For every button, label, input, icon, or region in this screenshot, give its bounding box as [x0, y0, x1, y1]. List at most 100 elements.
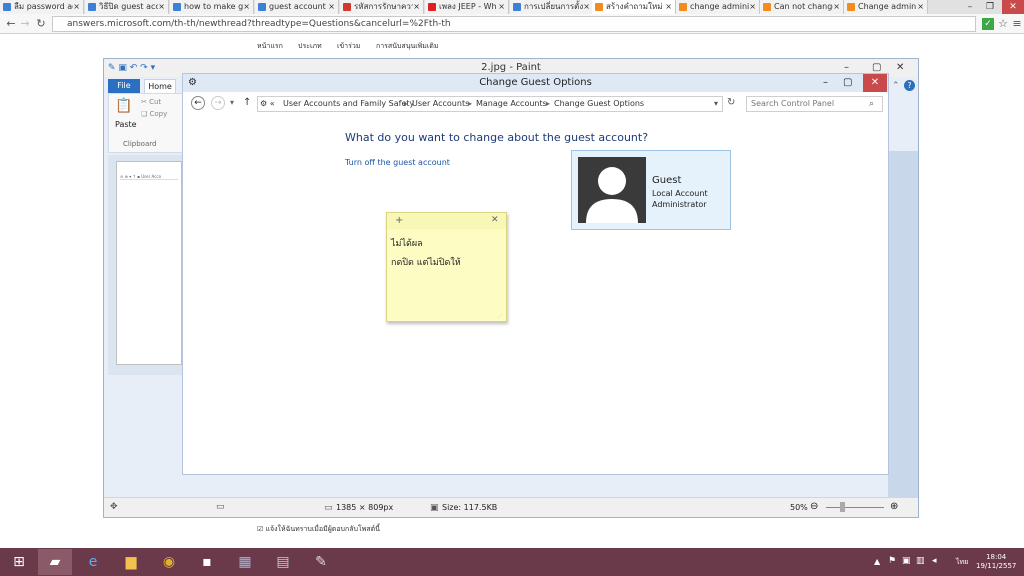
forward-icon[interactable]: →: [18, 17, 32, 31]
nav-participate[interactable]: เข้าร่วม: [337, 41, 360, 52]
cp-refresh-icon[interactable]: ↻: [727, 97, 735, 108]
browser-tab[interactable]: วิธีปิด guest acc ×: [85, 0, 169, 14]
image-dimensions: 1385 × 809px: [336, 503, 394, 512]
url-field[interactable]: answers.microsoft.com/th-th/newthread?th…: [52, 16, 976, 32]
bookmark-star-icon[interactable]: ☆: [996, 17, 1010, 31]
cp-forward-icon[interactable]: →: [211, 96, 225, 110]
zoom-slider[interactable]: [826, 507, 884, 508]
paint-close-icon[interactable]: ✕: [896, 59, 904, 77]
menu-icon[interactable]: ≡: [1010, 17, 1024, 31]
cp-history-dropdown-icon[interactable]: ▾: [230, 98, 234, 107]
breadcrumb-change-guest-options[interactable]: Change Guest Options: [554, 99, 644, 108]
close-note-icon[interactable]: ✕: [491, 215, 499, 225]
browser-tab[interactable]: การเปลี่ยนการตั้ง ×: [510, 0, 594, 14]
cp-up-icon[interactable]: ↑: [243, 97, 251, 108]
browser-tab[interactable]: how to make g ×: [170, 0, 254, 14]
sticky-note[interactable]: + ✕ ไม่ได้ผล กดปิด แต่ไม่ปิดให้ ⋰: [386, 212, 507, 322]
breadcrumb-user-accounts-family[interactable]: User Accounts and Family Safety: [283, 99, 414, 108]
guest-account-card[interactable]: Guest Local Account Administrator: [571, 150, 731, 230]
taskbar-explorer-icon[interactable]: ▆: [114, 549, 148, 575]
copy-button[interactable]: ❏ Copy: [141, 110, 167, 118]
tab-label: Change admini: [858, 2, 919, 11]
taskbar-ie-icon[interactable]: e: [76, 549, 110, 575]
tab-close-icon[interactable]: ×: [917, 0, 924, 14]
taskbar-chrome-icon[interactable]: ◉: [152, 549, 186, 575]
taskbar-clock[interactable]: 18:04 19/11/2557: [976, 553, 1016, 571]
paste-button[interactable]: Paste: [115, 120, 137, 129]
tab-close-icon[interactable]: ×: [749, 0, 756, 14]
cp-minimize-icon[interactable]: –: [823, 74, 828, 92]
taskbar-cmd-icon[interactable]: ▪: [190, 549, 224, 575]
checkbox-checked-icon[interactable]: ☑: [257, 525, 263, 533]
zoom-slider-thumb[interactable]: [840, 502, 845, 512]
browser-tab[interactable]: เพลง JEEP - Wh ×: [425, 0, 509, 14]
browser-tab[interactable]: Can not change ×: [760, 0, 844, 14]
browser-tab[interactable]: guest account ×: [255, 0, 339, 14]
cp-maximize-icon[interactable]: ▢: [843, 74, 852, 92]
browser-tab[interactable]: Change admini ×: [844, 0, 928, 14]
tray-volume-icon[interactable]: ◂: [932, 556, 937, 566]
cp-back-icon[interactable]: ←: [191, 96, 205, 110]
breadcrumb-manage-accounts[interactable]: Manage Accounts: [476, 99, 547, 108]
cut-button[interactable]: ✂ Cut: [141, 98, 161, 106]
help-icon[interactable]: ?: [904, 80, 915, 91]
browser-close-icon[interactable]: ✕: [1002, 0, 1024, 14]
extension-check-icon[interactable]: ✓: [982, 18, 994, 30]
cp-address-dropdown-icon[interactable]: ▾: [714, 99, 718, 108]
paint-quick-access-icon[interactable]: ✎ ▣ ↶ ↷ ▾: [108, 59, 155, 77]
zoom-out-icon[interactable]: ⊖: [810, 501, 818, 512]
browser-tab[interactable]: สร้างคำถามใหม่ ×: [592, 0, 676, 14]
tray-show-hidden-icon[interactable]: ▲: [874, 557, 880, 566]
paint-file-tab[interactable]: File: [108, 79, 140, 93]
browser-tab[interactable]: change admini ×: [676, 0, 760, 14]
tab-close-icon[interactable]: ×: [498, 0, 505, 14]
search-icon[interactable]: ⌕: [869, 97, 874, 111]
resize-grip-icon[interactable]: ⋰: [497, 313, 503, 320]
notify-reply-option[interactable]: ☑ แจ้งให้ฉันทราบเมื่อมีผู้ตอบกลับโพสต์นี…: [257, 524, 380, 535]
tab-close-icon[interactable]: ×: [833, 0, 840, 14]
nav-categories[interactable]: ประเภท: [298, 41, 322, 52]
tray-flag-icon[interactable]: ⚑: [888, 556, 896, 566]
tab-close-icon[interactable]: ×: [158, 0, 165, 14]
taskbar-control-panel-icon[interactable]: ▦: [228, 549, 262, 575]
tab-close-icon[interactable]: ×: [665, 0, 672, 14]
tab-favicon-icon: [428, 3, 436, 11]
taskbar-app-icon[interactable]: ▤: [266, 549, 300, 575]
ribbon-collapse-icon[interactable]: ⌃: [892, 81, 900, 91]
tab-label: รหัสการรักษาความ: [354, 2, 421, 11]
tab-label: วิธีปิด guest acc: [99, 2, 160, 11]
browser-tab[interactable]: ลืม password ad ×: [0, 0, 84, 14]
tray-language[interactable]: ไทย: [956, 557, 968, 568]
tab-favicon-icon: [679, 3, 687, 11]
start-button[interactable]: ⊞: [2, 549, 36, 575]
tray-device-icon[interactable]: ▣: [902, 556, 911, 566]
breadcrumb-separator-icon: ▸: [468, 99, 473, 108]
tab-close-icon[interactable]: ×: [413, 0, 420, 14]
reload-icon[interactable]: ↻: [34, 17, 48, 31]
back-icon[interactable]: ←: [4, 17, 18, 31]
browser-tab[interactable]: รหัสการรักษาความ ×: [340, 0, 424, 14]
windows-taskbar: ⊞ ▰ e ▆ ◉ ▪ ▦ ▤ ✎ ▲ ⚑ ▣ ▥ ◂ ไทย: [0, 548, 1024, 576]
browser-maximize-icon[interactable]: ❐: [980, 0, 1000, 14]
breadcrumb-user-accounts[interactable]: User Accounts: [412, 99, 469, 108]
browser-minimize-icon[interactable]: –: [960, 0, 980, 14]
taskbar-paint-icon[interactable]: ✎: [304, 549, 338, 575]
cp-location-icon: ⚙ «: [260, 99, 275, 108]
taskbar-sticky-notes-icon[interactable]: ▰: [38, 549, 72, 575]
tray-network-icon[interactable]: ▥: [916, 556, 925, 566]
copy-icon: ❏: [141, 110, 148, 118]
turn-off-guest-link[interactable]: Turn off the guest account: [345, 158, 450, 167]
cp-close-icon[interactable]: ✕: [863, 74, 887, 92]
paint-home-tab[interactable]: Home: [144, 79, 176, 93]
add-note-icon[interactable]: +: [395, 215, 403, 226]
zoom-in-icon[interactable]: ⊕: [890, 501, 898, 512]
tab-close-icon[interactable]: ×: [583, 0, 590, 14]
tab-close-icon[interactable]: ×: [73, 0, 80, 14]
nav-home[interactable]: หน้าแรก: [257, 41, 283, 52]
cp-address-bar[interactable]: ⚙ « User Accounts and Family Safety ▸ Us…: [257, 96, 723, 112]
paint-canvas[interactable]: ⊖ ⊕ ▾ ↑ ▪ User Acco: [116, 161, 182, 365]
nav-more-support[interactable]: การสนับสนุนเพิ่มเติม: [376, 41, 438, 52]
tab-close-icon[interactable]: ×: [243, 0, 250, 14]
cp-search-input[interactable]: Search Control Panel ⌕: [746, 96, 883, 112]
tab-close-icon[interactable]: ×: [328, 0, 335, 14]
